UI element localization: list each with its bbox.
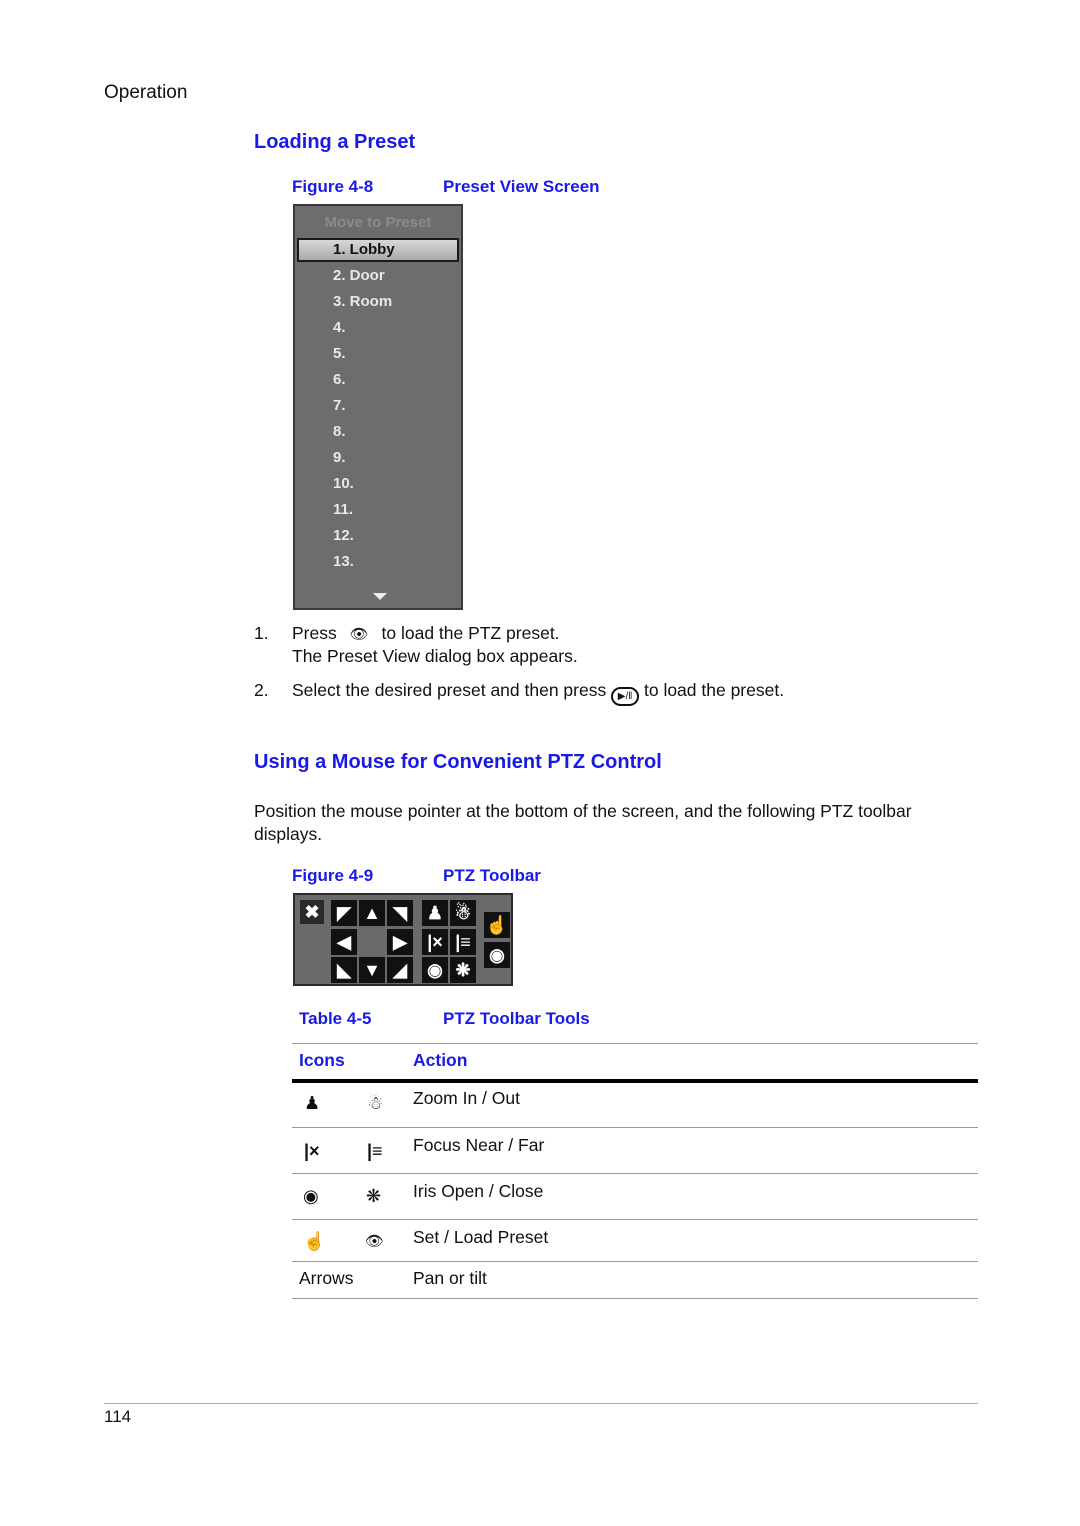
footer-rule [104,1403,978,1404]
arrow-right-icon[interactable]: ▶ [387,929,413,955]
preset-panel-title: Move to Preset [324,214,432,231]
zoom-out-icon[interactable]: ☃ [450,900,476,926]
preset-item[interactable]: 9. [333,449,346,466]
load-preset-icon: 👁 [365,1233,385,1250]
table-rule [292,1173,978,1174]
focus-far-icon[interactable]: |≡ [450,929,476,955]
figure-number: Figure 4-9 [292,866,374,885]
table-rule [292,1298,978,1299]
preset-item[interactable]: 8. [333,423,346,440]
arrow-down-left-icon[interactable]: ◣ [331,957,357,983]
page-number: 114 [104,1407,132,1426]
intro-paragraph: Position the mouse pointer at the bottom… [254,801,912,844]
triangle-down-icon[interactable] [373,593,387,600]
preset-item[interactable]: 12. [333,527,354,544]
arrow-up-icon[interactable]: ▲ [359,900,385,926]
preset-item[interactable]: 4. [333,319,346,336]
iris-close-icon[interactable]: ❋ [450,957,476,983]
table-action: Zoom In / Out [413,1088,520,1108]
table-title: PTZ Toolbar Tools [443,1009,590,1028]
figure-title: PTZ Toolbar [443,866,541,885]
step-1: Press 👁 to load the PTZ preset. [292,622,560,646]
table-rule [292,1043,978,1044]
table-rule [292,1219,978,1220]
step-text: Press [292,623,337,643]
table-rule [292,1261,978,1262]
focus-near-icon: |× [304,1141,320,1161]
table-action: Set / Load Preset [413,1227,549,1247]
eye-icon: 👁 [349,626,369,643]
table-header-action: Action [413,1050,468,1070]
table-header-icons: Icons [299,1050,345,1070]
table-header-rule [292,1079,978,1083]
preset-item[interactable]: 2. Door [333,267,385,284]
step-number: 2. [254,680,269,700]
iris-open-icon[interactable]: ◉ [422,957,448,983]
table-number: Table 4-5 [299,1009,372,1028]
running-head: Operation [104,82,188,103]
zoom-in-icon[interactable]: ♟ [422,900,448,926]
set-preset-icon: ☝ [303,1231,326,1251]
iris-open-icon: ◉ [303,1186,319,1206]
preset-item[interactable]: 1. Lobby [333,241,395,258]
zoom-in-icon: ♟ [304,1093,321,1113]
step-sub: The Preset View dialog box appears. [292,646,578,666]
preset-item[interactable]: 6. [333,371,346,388]
arrow-up-right-icon[interactable]: ◥ [387,900,413,926]
arrow-up-left-icon[interactable]: ◤ [331,900,357,926]
iris-close-icon: ❋ [366,1186,382,1206]
table-action: Focus Near / Far [413,1135,545,1155]
figure-title: Preset View Screen [443,177,600,196]
table-rule [292,1127,978,1128]
step-2: Select the desired preset and then press… [292,679,784,706]
arrow-down-icon[interactable]: ▼ [359,957,385,983]
focus-far-icon: |≡ [367,1141,383,1161]
section-title-loading-preset: Loading a Preset [254,131,416,153]
step-text: Select the desired preset and then press [292,680,607,700]
play-pause-icon: ▶/‖ [611,687,640,706]
preset-item[interactable]: 10. [333,475,354,492]
step-text: to load the PTZ preset. [381,623,560,643]
ptz-toolbar: ✖ ◤ ▲ ◥ ◀ ▶ ◣ ▼ ◢ ♟ ☃ |× |≡ ◉ ❋ ☝ ◉ [293,893,513,986]
set-preset-icon[interactable]: ☝ [484,912,510,938]
zoom-out-icon: ☃ [367,1093,384,1113]
section-title-mouse-ptz: Using a Mouse for Convenient PTZ Control [254,751,662,773]
focus-near-icon[interactable]: |× [422,929,448,955]
preset-item[interactable]: 3. Room [333,293,392,310]
preset-view-panel: Move to Preset 1. Lobby 2. Door 3. Room … [293,204,463,610]
preset-item[interactable]: 5. [333,345,346,362]
step-text: to load the preset. [643,680,785,700]
preset-item[interactable]: 13. [333,553,354,570]
arrow-left-icon[interactable]: ◀ [331,929,357,955]
table-action: Iris Open / Close [413,1181,544,1201]
step-number: 1. [254,623,269,643]
preset-item[interactable]: 11. [333,501,353,518]
table-icons-text: Arrows [299,1268,354,1288]
preset-item[interactable]: 7. [333,397,346,414]
load-preset-icon[interactable]: ◉ [484,942,510,968]
arrow-down-right-icon[interactable]: ◢ [387,957,413,983]
table-action: Pan or tilt [413,1268,487,1288]
close-icon[interactable]: ✖ [300,900,324,924]
figure-number: Figure 4-8 [292,177,374,196]
